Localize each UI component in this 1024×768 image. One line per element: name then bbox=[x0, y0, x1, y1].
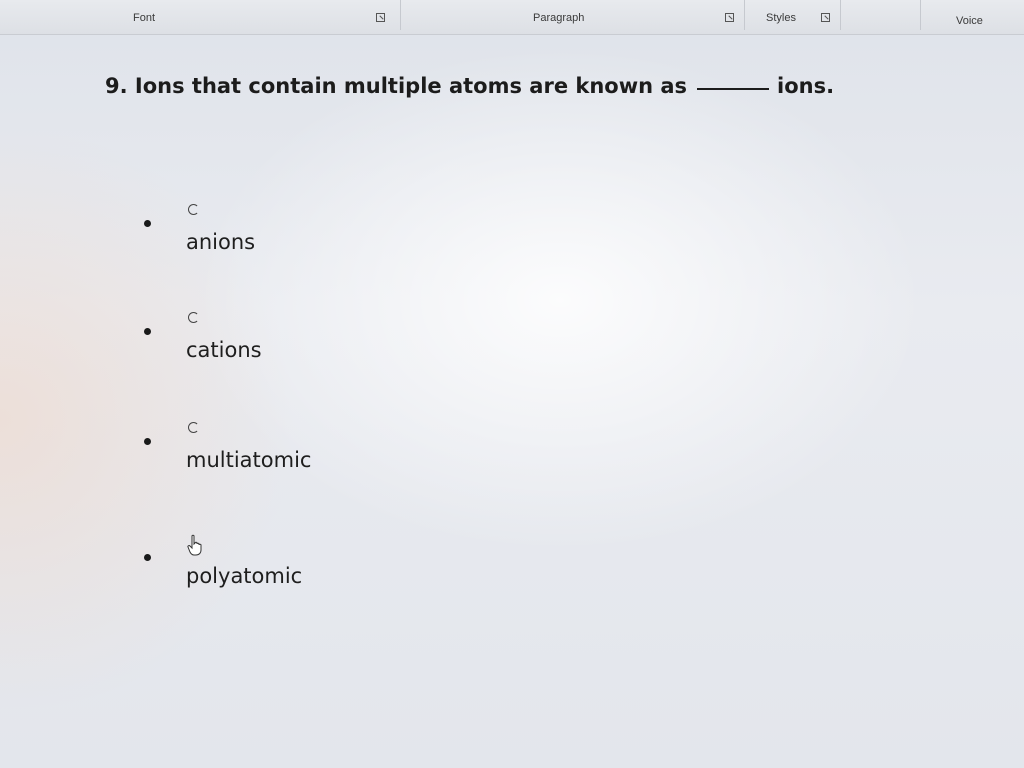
radio-icon[interactable] bbox=[188, 422, 199, 433]
ribbon-group-voice-label: Voice bbox=[956, 15, 983, 27]
radio-icon[interactable] bbox=[188, 312, 199, 323]
answer-option-label[interactable]: anions bbox=[186, 230, 255, 254]
bullet-icon bbox=[144, 438, 151, 445]
question-prompt: 9. Ions that contain multiple atoms are … bbox=[105, 74, 688, 98]
ribbon-group-paragraph-label: Paragraph bbox=[533, 12, 585, 24]
ribbon-group-styles-label: Styles bbox=[766, 12, 796, 24]
styles-dialog-launcher-icon[interactable] bbox=[821, 13, 830, 22]
answer-blank bbox=[697, 88, 770, 90]
bullet-icon bbox=[144, 328, 151, 335]
radio-icon[interactable] bbox=[188, 204, 199, 215]
answer-option-anions[interactable]: anions bbox=[144, 204, 544, 284]
hand-cursor-icon bbox=[187, 534, 202, 556]
ribbon-separator bbox=[920, 0, 921, 30]
answer-option-label[interactable]: cations bbox=[186, 338, 262, 362]
ribbon-separator bbox=[840, 0, 841, 30]
bullet-icon bbox=[144, 554, 151, 561]
font-dialog-launcher-icon[interactable] bbox=[376, 13, 385, 22]
ribbon-bar: Font Paragraph Styles Voice bbox=[0, 0, 1024, 35]
bullet-icon bbox=[144, 220, 151, 227]
answer-option-cations[interactable]: cations bbox=[144, 312, 544, 392]
paragraph-dialog-launcher-icon[interactable] bbox=[725, 13, 734, 22]
ribbon-separator bbox=[744, 0, 745, 30]
question-text: 9. Ions that contain multiple atoms are … bbox=[105, 74, 834, 98]
ribbon-separator bbox=[400, 0, 401, 30]
ribbon-group-font-label: Font bbox=[133, 12, 156, 24]
answer-option-label[interactable]: multiatomic bbox=[186, 448, 311, 472]
answer-option-multiatomic[interactable]: multiatomic bbox=[144, 422, 544, 502]
answer-option-polyatomic[interactable]: polyatomic bbox=[144, 534, 544, 618]
answer-option-label[interactable]: polyatomic bbox=[186, 564, 302, 588]
question-suffix: ions. bbox=[777, 74, 835, 98]
